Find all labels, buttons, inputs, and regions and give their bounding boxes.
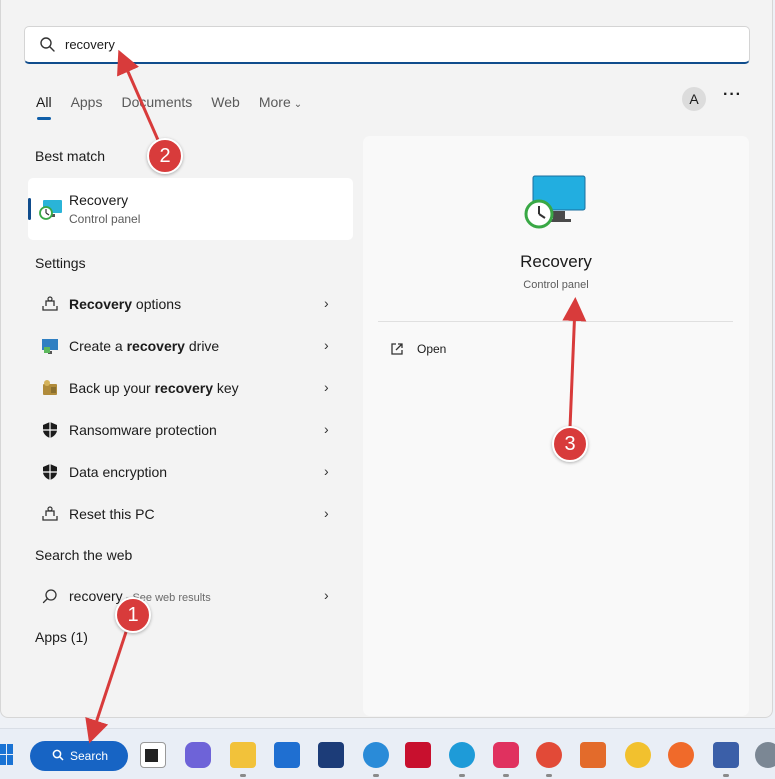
setting-label: Recovery options	[69, 296, 182, 312]
file-explorer-icon[interactable]	[230, 742, 256, 768]
selection-indicator	[28, 198, 31, 220]
chevron-right-icon: ›	[324, 505, 329, 521]
best-match-heading: Best match	[35, 148, 106, 164]
computer-icon[interactable]	[713, 742, 739, 768]
settings-gear-icon[interactable]	[755, 742, 775, 768]
setting-recovery-options[interactable]: Recovery options ›	[31, 289, 351, 319]
running-indicator	[373, 774, 379, 777]
detail-pane: Recovery Control panel Open	[363, 136, 749, 716]
tab-documents[interactable]: Documents	[121, 94, 192, 110]
chrome-icon[interactable]	[536, 742, 562, 768]
search-icon	[40, 36, 55, 52]
search-input[interactable]: recovery	[24, 26, 750, 64]
setting-label: Data encryption	[69, 464, 168, 480]
divider	[378, 321, 733, 322]
best-match-subtitle: Control panel	[69, 212, 141, 226]
taskbar: Search	[0, 728, 775, 779]
taskbar-search-button[interactable]: Search	[30, 741, 128, 771]
setting-ransomware-protection[interactable]: Ransomware protection ›	[31, 415, 351, 445]
task-view-icon[interactable]	[140, 742, 166, 768]
chat-icon[interactable]	[185, 742, 211, 768]
store-icon[interactable]	[274, 742, 300, 768]
setting-reset-this-pc[interactable]: Reset this PC ›	[31, 499, 351, 529]
setting-data-encryption[interactable]: Data encryption ›	[31, 457, 351, 487]
shield-icon	[39, 419, 61, 441]
recovery-options-icon	[39, 293, 61, 315]
firefox-icon[interactable]	[668, 742, 694, 768]
chevron-right-icon: ›	[324, 337, 329, 353]
setting-create-recovery-drive[interactable]: Create a recovery drive ›	[31, 331, 351, 361]
setting-label: Back up your recovery key	[69, 380, 239, 396]
tab-more[interactable]: More ⌄	[259, 94, 302, 110]
app-icon[interactable]	[318, 742, 344, 768]
avatar[interactable]: A	[682, 87, 706, 111]
recovery-drive-icon	[39, 335, 61, 357]
best-match-title: Recovery	[69, 192, 129, 208]
annotation-badge-1: 1	[115, 597, 151, 633]
reset-pc-icon	[39, 503, 61, 525]
edge-icon[interactable]	[449, 742, 475, 768]
tab-more-label: More	[258, 94, 291, 110]
shield-icon	[39, 461, 61, 483]
mcafee-icon[interactable]	[405, 742, 431, 768]
search-query-text: recovery	[65, 37, 115, 52]
web-search-result[interactable]: recovery - See web results ›	[31, 581, 351, 611]
annotation-badge-3: 3	[552, 426, 588, 462]
search-icon	[39, 585, 61, 607]
chevron-right-icon: ›	[324, 463, 329, 479]
setting-back-up-recovery-key[interactable]: Back up your recovery key ›	[31, 373, 351, 403]
tab-all[interactable]: All	[36, 94, 52, 120]
chevron-right-icon: ›	[324, 379, 329, 395]
running-indicator	[723, 774, 729, 777]
chevron-right-icon: ›	[324, 421, 329, 437]
key-icon	[39, 377, 61, 399]
filter-tabs: All Apps Documents Web More ⌄	[36, 91, 321, 120]
vpn-icon[interactable]	[625, 742, 651, 768]
detail-subtitle: Control panel	[523, 279, 589, 291]
open-action[interactable]: Open	[390, 342, 446, 356]
taskbar-search-label: Search	[70, 749, 109, 763]
open-label: Open	[417, 342, 447, 356]
annotation-badge-2: 2	[147, 138, 183, 174]
tab-apps[interactable]: Apps	[71, 94, 103, 110]
more-options-icon[interactable]: ···	[723, 86, 742, 104]
recovery-icon	[39, 200, 62, 220]
tab-web[interactable]: Web	[211, 94, 240, 110]
app-icon[interactable]	[580, 742, 606, 768]
setting-label: Create a recovery drive	[69, 338, 220, 354]
setting-label: Reset this PC	[69, 506, 155, 522]
best-match-result[interactable]: Recovery Control panel	[28, 178, 353, 240]
settings-heading: Settings	[35, 255, 86, 271]
search-web-heading: Search the web	[35, 547, 133, 563]
windows-start-icon[interactable]	[0, 744, 14, 766]
setting-label: Ransomware protection	[69, 422, 217, 438]
detail-title: Recovery	[520, 252, 592, 271]
running-indicator	[459, 774, 465, 777]
recovery-icon	[524, 175, 586, 229]
search-icon	[52, 749, 64, 764]
running-indicator	[503, 774, 509, 777]
running-indicator	[240, 774, 246, 777]
help-icon[interactable]	[363, 742, 389, 768]
open-external-icon	[391, 343, 403, 355]
chevron-down-icon: ⌄	[293, 99, 303, 110]
chevron-right-icon: ›	[324, 295, 329, 311]
apps-heading[interactable]: Apps (1)	[35, 629, 88, 645]
chevron-right-icon: ›	[324, 587, 329, 603]
slack-icon[interactable]	[493, 742, 519, 768]
running-indicator	[546, 774, 552, 777]
